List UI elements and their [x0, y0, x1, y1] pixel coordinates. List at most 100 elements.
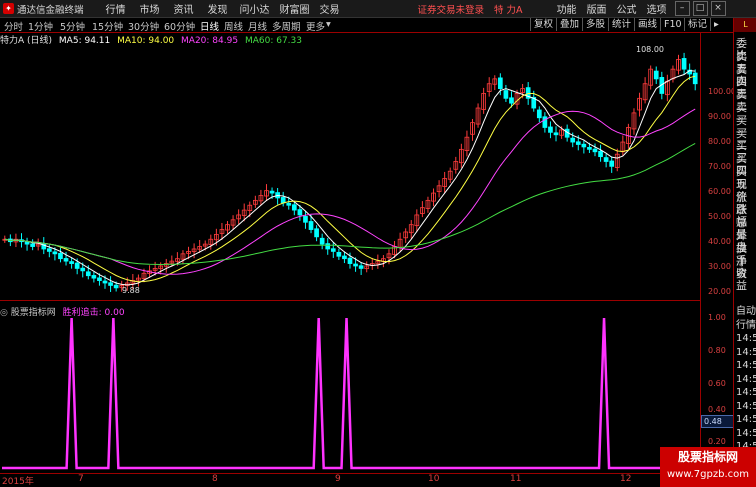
ma-line-ma20 — [4, 108, 696, 275]
x-label: 10 — [428, 474, 440, 484]
app-title: 通达信金融终端 — [17, 4, 84, 16]
period-monthly[interactable]: 月线 — [248, 19, 267, 33]
btn-tongji[interactable]: 统计 — [608, 18, 634, 31]
candle-body — [681, 58, 687, 70]
stock-name-title: 特 力A — [494, 4, 523, 16]
low-price-label: 9.88 — [122, 286, 140, 295]
btn-diejia[interactable]: 叠加 — [556, 18, 582, 31]
high-price-label: 108.00 — [636, 45, 664, 54]
candle-body — [330, 248, 336, 252]
candle-body — [570, 137, 576, 143]
candle-body — [52, 251, 58, 255]
period-fenshi[interactable]: 分时 — [4, 19, 23, 33]
kline-chart-area[interactable] — [0, 32, 733, 487]
candle-body — [46, 248, 52, 252]
indicator-tick: 0.80 — [708, 346, 726, 355]
signal-line — [2, 317, 698, 470]
indicator-dropdown-icon[interactable]: ◎ — [0, 308, 8, 318]
candle-body — [102, 280, 108, 284]
price-tick: 70.00 — [708, 162, 731, 171]
site-watermark: 股票指标网 www.7gpzb.com — [660, 447, 756, 487]
app-logo-icon: ✦ — [3, 3, 14, 14]
candle-body — [58, 252, 63, 260]
candle-body — [609, 160, 615, 167]
candle-body — [325, 243, 331, 250]
candle-body — [80, 267, 86, 272]
login-status[interactable]: 证券交易未登录 — [418, 2, 485, 16]
y-axis-line — [700, 32, 701, 474]
menu-hangqing[interactable]: 行情 — [106, 1, 126, 16]
candle-body — [69, 261, 74, 264]
maximize-icon[interactable]: □ — [692, 1, 708, 16]
candle-body — [297, 209, 303, 216]
candle-body — [347, 257, 353, 264]
menu-banmian[interactable]: 版面 — [587, 1, 607, 16]
btn-biaoji[interactable]: 标记 — [684, 18, 710, 31]
period-multi[interactable]: 多周期 — [272, 19, 301, 33]
more-dropdown-icon[interactable]: ▾ — [326, 19, 331, 30]
btn-duogu[interactable]: 多股 — [582, 18, 608, 31]
watermark-line1: 股票指标网 — [677, 450, 738, 464]
candle-body — [548, 126, 553, 133]
candle-body — [653, 70, 659, 80]
btn-huaxian[interactable]: 画线 — [634, 18, 660, 31]
minimize-icon[interactable]: – — [674, 1, 690, 16]
candle-body — [314, 228, 319, 238]
indicator-tick: 1.00 — [708, 313, 726, 322]
btn-fuquan[interactable]: 复权 — [530, 18, 556, 31]
menu-zixun[interactable]: 资讯 — [174, 1, 194, 16]
menu-shichang[interactable]: 市场 — [140, 1, 160, 16]
menu-gongneng[interactable]: 功能 — [557, 1, 577, 16]
period-daily[interactable]: 日线 — [200, 19, 219, 33]
btn-more-right[interactable]: ▸ — [710, 18, 734, 31]
cursor-value-box: 0.48 — [701, 415, 735, 428]
candle-body — [342, 255, 347, 260]
candle-body — [108, 282, 113, 286]
close-icon[interactable]: × — [710, 1, 726, 16]
indicator-tick: 0.60 — [708, 379, 726, 388]
tick-item-4: 14:5 — [736, 360, 756, 371]
menu-jiaoyi[interactable]: 交易 — [320, 1, 340, 16]
indicator-name: 胜利追击: 0.00 — [62, 308, 125, 318]
x-label: 8 — [212, 474, 218, 484]
pane-separator[interactable] — [0, 300, 700, 301]
candle-body — [286, 202, 292, 206]
indicator-source: 股票指标网 — [10, 308, 56, 318]
btn-f10[interactable]: F10 — [660, 18, 685, 31]
candle-body — [598, 150, 603, 158]
candle-body — [97, 277, 102, 281]
indicator-tick: 0.20 — [708, 437, 726, 446]
price-tick: 60.00 — [708, 187, 731, 196]
right-quote-panel: L 委比 卖五 卖四 卖三 卖二 卖一 买一 买二 买三 买四 买五 现价 涨跌 涨幅 总量 外盘 换手 净资 收益… — [733, 18, 756, 487]
ma-line-ma10 — [4, 75, 696, 283]
period-60min[interactable]: 60分钟 — [164, 19, 195, 33]
candle-body — [303, 216, 308, 223]
menu-caifuquan[interactable]: 财富圈 — [280, 1, 310, 16]
menu-xuanxiang[interactable]: 选项 — [647, 1, 667, 16]
candle-body — [85, 271, 91, 277]
period-15min[interactable]: 15分钟 — [92, 19, 123, 33]
period-weekly[interactable]: 周线 — [224, 19, 243, 33]
period-30min[interactable]: 30分钟 — [128, 19, 159, 33]
tick-item-3: 14:5 — [736, 346, 756, 358]
indicator-header: ◎ 股票指标网 胜利追击: 0.00 — [0, 305, 125, 318]
menu-gongshi[interactable]: 公式 — [617, 1, 637, 16]
candle-body — [497, 77, 503, 89]
tick-item-1: 行情 — [736, 319, 756, 331]
price-tick: 90.00 — [708, 112, 731, 121]
candle-body — [581, 143, 587, 148]
tick-item-9: 14:5 — [736, 427, 756, 439]
period-1min[interactable]: 1分钟 — [28, 19, 53, 33]
tick-item-7: 14:5 — [736, 400, 756, 412]
candle-body — [358, 265, 364, 269]
panel-toggle-icon[interactable]: L — [734, 18, 756, 32]
candle-body — [587, 147, 592, 150]
period-more[interactable]: 更多 — [306, 19, 325, 33]
menu-wenxiaoda[interactable]: 问小达 — [240, 1, 270, 16]
menu-faxian[interactable]: 发现 — [208, 1, 228, 16]
period-5min[interactable]: 5分钟 — [60, 19, 85, 33]
tick-item-6: 14:5 — [736, 387, 756, 398]
tick-item-8: 14:5 — [736, 414, 756, 425]
candle-body — [63, 258, 69, 262]
candle-body — [308, 221, 314, 230]
